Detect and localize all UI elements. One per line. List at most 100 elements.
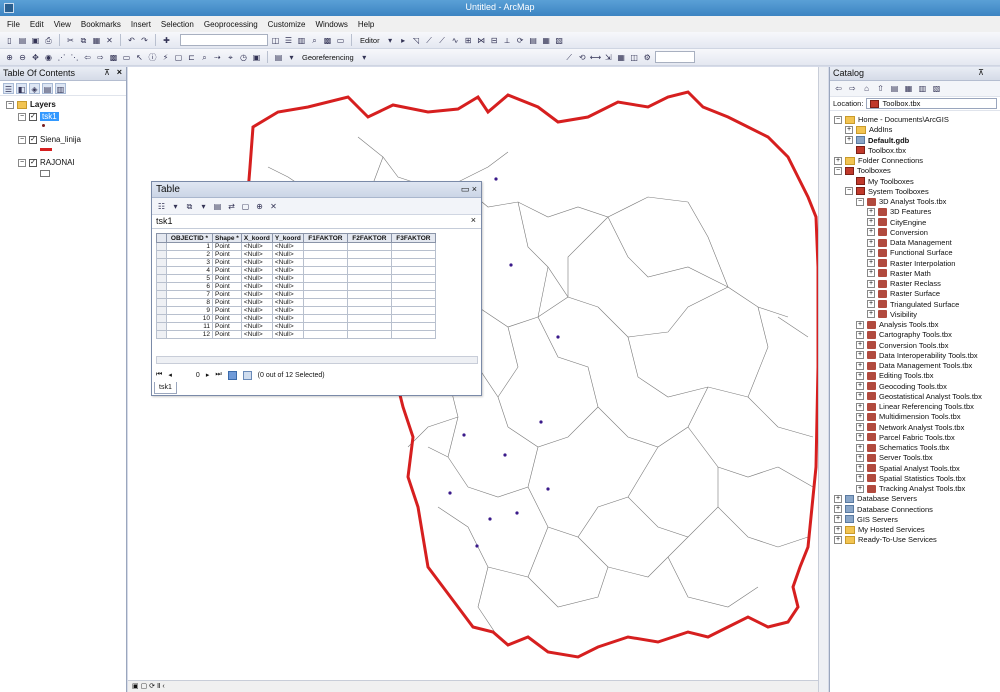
table-cell[interactable]: Point <box>212 322 242 331</box>
collapse-icon[interactable]: − <box>834 166 842 175</box>
table-cell[interactable] <box>302 282 348 291</box>
home-icon[interactable]: ⌂ <box>861 83 872 94</box>
catalog-tree-item[interactable]: + Triangulated Surface <box>867 300 959 309</box>
select-by-rectangle-icon[interactable]: ▩ <box>108 52 119 63</box>
table-cell[interactable] <box>302 330 348 339</box>
fixed-zoom-out-icon[interactable]: ⋱ <box>69 52 80 63</box>
catalog-tree-item[interactable]: + Conversion Tools.tbx <box>856 341 948 350</box>
table-cell[interactable] <box>390 298 436 307</box>
rotate-icon[interactable]: ⟳ <box>515 35 526 46</box>
full-extent-icon[interactable]: ◉ <box>43 52 54 63</box>
close-icon[interactable]: × <box>117 67 122 77</box>
edit-tool-icon[interactable]: ▸ <box>398 35 409 46</box>
polygon-symbol[interactable] <box>40 170 50 177</box>
collapse-icon[interactable]: − <box>834 115 842 124</box>
table-row[interactable]: 12 Point <Null> <Null> <box>156 330 436 339</box>
catalog-tree-item[interactable]: + My Hosted Services <box>834 525 925 534</box>
table-cell[interactable]: <Null> <box>271 306 304 315</box>
add-data-icon[interactable]: ✚ <box>161 35 172 46</box>
viewer-icon[interactable]: ◫ <box>629 52 640 63</box>
expand-icon[interactable]: + <box>845 136 853 144</box>
scale-icon[interactable]: ⇲ <box>603 52 614 63</box>
menu-help[interactable]: Help <box>357 19 375 30</box>
column-header[interactable]: Y_koord <box>271 233 304 243</box>
layer-visibility-checkbox[interactable]: ✓ <box>29 135 37 144</box>
table-cell[interactable] <box>390 242 436 251</box>
table-cell[interactable]: <Null> <box>240 330 273 339</box>
row-selector[interactable] <box>156 258 167 267</box>
expand-icon[interactable]: + <box>856 412 864 421</box>
delete-selected-icon[interactable]: ✕ <box>268 201 279 212</box>
catalog-tree-item[interactable]: + Conversion <box>867 228 928 237</box>
catalog-tree-item[interactable]: + GIS Servers <box>834 515 898 524</box>
clear-selection-icon[interactable]: ▢ <box>240 201 251 212</box>
table-cell[interactable]: <Null> <box>271 282 304 291</box>
location-input[interactable]: Toolbox.tbx <box>866 98 997 109</box>
table-cell[interactable]: <Null> <box>240 290 273 299</box>
show-all-records-icon[interactable] <box>227 370 237 380</box>
table-row[interactable]: 8 Point <Null> <Null> <box>156 298 436 307</box>
catalog-tree-item[interactable]: + AddIns <box>845 125 892 134</box>
table-row[interactable]: 5 Point <Null> <Null> <box>156 274 436 283</box>
table-cell[interactable]: <Null> <box>271 290 304 299</box>
table-cell[interactable]: 8 <box>166 298 213 307</box>
catalog-tree-item[interactable]: + Editing Tools.tbx <box>856 371 933 380</box>
table-cell[interactable]: <Null> <box>271 258 304 267</box>
create-viewer-icon[interactable]: ▣ <box>251 52 262 63</box>
row-selector[interactable] <box>156 306 167 315</box>
table-cell[interactable]: 4 <box>166 266 213 275</box>
table-cell[interactable]: Point <box>212 282 242 291</box>
catalog-tree-item[interactable]: + Tracking Analyst Tools.tbx <box>856 484 965 493</box>
expand-icon[interactable]: + <box>867 238 875 247</box>
table-of-contents-icon[interactable]: ☰ <box>283 35 294 46</box>
clear-selection-icon[interactable]: ▭ <box>121 52 132 63</box>
row-selector[interactable] <box>156 266 167 275</box>
catalog-tree-item[interactable]: + Spatial Analyst Tools.tbx <box>856 464 960 473</box>
expand-icon[interactable]: + <box>867 300 875 308</box>
menu-windows[interactable]: Windows <box>314 19 348 30</box>
catalog-tree-item[interactable]: − System Toolboxes <box>845 187 929 196</box>
line-symbol[interactable] <box>40 148 52 151</box>
pin-icon[interactable]: ⊼ <box>978 68 984 77</box>
catalog-tree-item[interactable]: + Raster Reclass <box>867 279 941 288</box>
edit-vertices-icon[interactable]: ⊞ <box>463 35 474 46</box>
catalog-tree-item[interactable]: + Folder Connections <box>834 156 923 165</box>
close-icon[interactable]: × <box>471 215 476 225</box>
menu-insert[interactable]: Insert <box>130 19 152 30</box>
layer-name[interactable]: tsk1 <box>40 112 59 121</box>
shift-icon[interactable]: ⟷ <box>590 52 601 63</box>
table-cell[interactable]: Point <box>212 258 242 267</box>
expand-icon[interactable]: + <box>867 279 875 288</box>
table-cell[interactable] <box>346 306 392 315</box>
record-number-input[interactable]: 0 <box>178 372 200 379</box>
table-cell[interactable] <box>390 258 436 267</box>
expand-icon[interactable]: + <box>834 156 842 165</box>
go-to-xy-icon[interactable]: ⌖ <box>225 52 236 63</box>
table-cell[interactable]: 9 <box>166 306 213 315</box>
back-extent-icon[interactable]: ⇦ <box>82 52 93 63</box>
table-cell[interactable]: <Null> <box>240 250 273 259</box>
table-row[interactable]: 4 Point <Null> <Null> <box>156 266 436 275</box>
map-vertical-scrollbar[interactable] <box>818 67 828 692</box>
table-cell[interactable] <box>390 290 436 299</box>
back-icon[interactable]: ⇦ <box>833 83 844 94</box>
table-cell[interactable] <box>390 322 436 331</box>
menu-customize[interactable]: Customize <box>267 19 307 30</box>
table-row[interactable]: 11 Point <Null> <Null> <box>156 322 436 331</box>
options-icon[interactable]: ▧ <box>931 83 942 94</box>
table-cell[interactable] <box>302 298 348 307</box>
expand-icon[interactable]: + <box>856 474 864 483</box>
expand-icon[interactable]: + <box>856 402 864 411</box>
find-icon[interactable]: ⌕ <box>199 52 210 63</box>
create-features-icon[interactable]: ▧ <box>554 35 565 46</box>
select-by-attributes-icon[interactable]: ▤ <box>212 201 223 212</box>
catalog-tree-item[interactable]: + Ready-To-Use Services <box>834 535 937 544</box>
table-cell[interactable]: <Null> <box>240 242 273 251</box>
column-header[interactable]: F3FAKTOR <box>390 233 436 243</box>
row-selector[interactable] <box>156 330 167 339</box>
chevron-down-icon[interactable]: ▾ <box>359 52 370 63</box>
table-cell[interactable] <box>302 274 348 283</box>
attributes-icon[interactable]: ▤ <box>528 35 539 46</box>
view-link-table-icon[interactable]: ▦ <box>616 52 627 63</box>
menu-selection[interactable]: Selection <box>160 19 195 30</box>
